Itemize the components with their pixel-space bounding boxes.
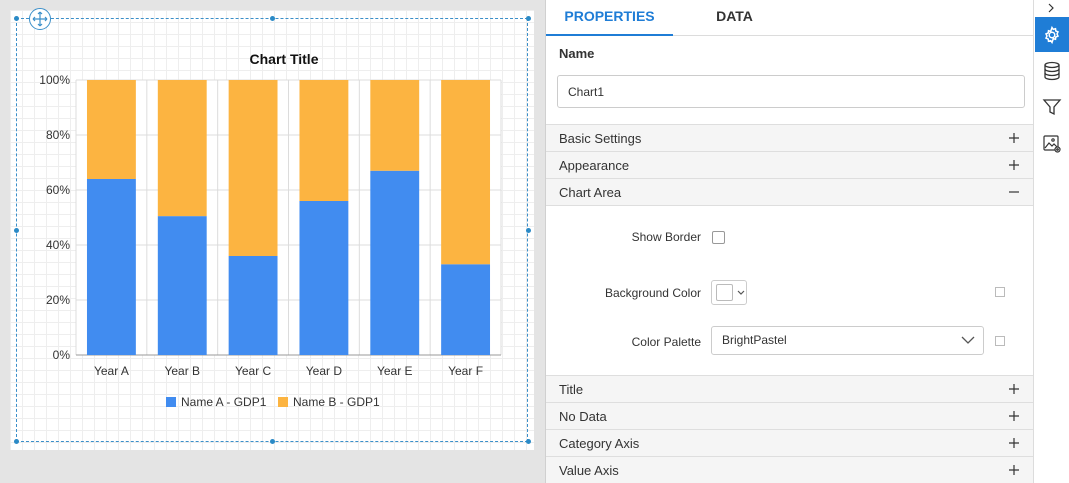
rail-image-button[interactable] xyxy=(1035,126,1069,161)
resize-handle-bottom-left[interactable] xyxy=(14,439,19,444)
minus-icon xyxy=(1009,191,1019,193)
properties-panel: PROPERTIES DATA Name Basic Settings Appe… xyxy=(546,0,1033,483)
color-palette-expression-checkbox[interactable] xyxy=(995,336,1005,346)
section-label: Chart Area xyxy=(559,184,622,200)
resize-handle-top-center[interactable] xyxy=(270,16,275,21)
section-label: Category Axis xyxy=(559,435,640,451)
resize-handle-middle-left[interactable] xyxy=(14,228,19,233)
image-settings-icon xyxy=(1043,134,1061,153)
background-color-label: Background Color xyxy=(604,286,701,300)
rail-data-button[interactable] xyxy=(1035,53,1069,88)
section-label: Appearance xyxy=(559,157,630,173)
show-border-checkbox[interactable] xyxy=(712,231,725,244)
name-label: Name xyxy=(559,46,595,61)
rail-settings-button[interactable] xyxy=(1035,17,1069,52)
chevron-right-icon[interactable] xyxy=(1047,3,1055,13)
section-label: Value Axis xyxy=(559,462,619,478)
tab-data[interactable]: DATA xyxy=(673,0,796,36)
database-icon xyxy=(1044,61,1060,80)
background-color-expression-checkbox[interactable] xyxy=(995,287,1005,297)
color-swatch xyxy=(716,284,733,301)
selection-outline xyxy=(16,18,528,442)
plus-icon xyxy=(1009,438,1019,448)
icon-rail xyxy=(1033,0,1069,483)
move-icon[interactable] xyxy=(29,8,51,30)
plus-icon xyxy=(1009,133,1019,143)
chevron-down-icon xyxy=(961,336,975,344)
gear-icon xyxy=(1044,25,1060,44)
section-no-data[interactable]: No Data xyxy=(546,402,1033,429)
section-label: Basic Settings xyxy=(559,130,642,146)
plus-icon xyxy=(1009,465,1019,475)
plus-icon xyxy=(1009,411,1019,421)
plus-icon xyxy=(1009,160,1019,170)
section-title[interactable]: Title xyxy=(546,375,1033,402)
section-value-axis[interactable]: Value Axis xyxy=(546,456,1033,483)
show-border-label: Show Border xyxy=(631,230,701,244)
resize-handle-bottom-right[interactable] xyxy=(526,439,531,444)
tab-properties[interactable]: PROPERTIES xyxy=(546,0,673,36)
filter-icon xyxy=(1042,98,1062,115)
section-label: No Data xyxy=(559,408,607,424)
panel-tabs: PROPERTIES DATA xyxy=(546,0,1033,36)
section-category-axis[interactable]: Category Axis xyxy=(546,429,1033,456)
rail-filter-button[interactable] xyxy=(1035,89,1069,124)
chevron-down-icon xyxy=(737,290,745,295)
section-label: Title xyxy=(559,381,584,397)
name-input[interactable] xyxy=(557,75,1025,108)
resize-handle-top-left[interactable] xyxy=(14,16,19,21)
color-palette-dropdown[interactable]: BrightPastel xyxy=(711,326,984,355)
resize-handle-top-right[interactable] xyxy=(526,16,531,21)
resize-handle-bottom-center[interactable] xyxy=(270,439,275,444)
color-palette-value: BrightPastel xyxy=(722,333,787,347)
section-appearance[interactable]: Appearance xyxy=(546,151,1033,178)
section-chart-area[interactable]: Chart Area xyxy=(546,178,1033,206)
color-palette-label: Color Palette xyxy=(631,335,701,349)
design-canvas: 0% 20% 40% 60% 80% 100% Year A Year B Year C Yea… xyxy=(0,0,546,483)
plus-icon xyxy=(1009,384,1019,394)
background-color-picker[interactable] xyxy=(711,280,747,305)
section-basic-settings[interactable]: Basic Settings xyxy=(546,124,1033,151)
